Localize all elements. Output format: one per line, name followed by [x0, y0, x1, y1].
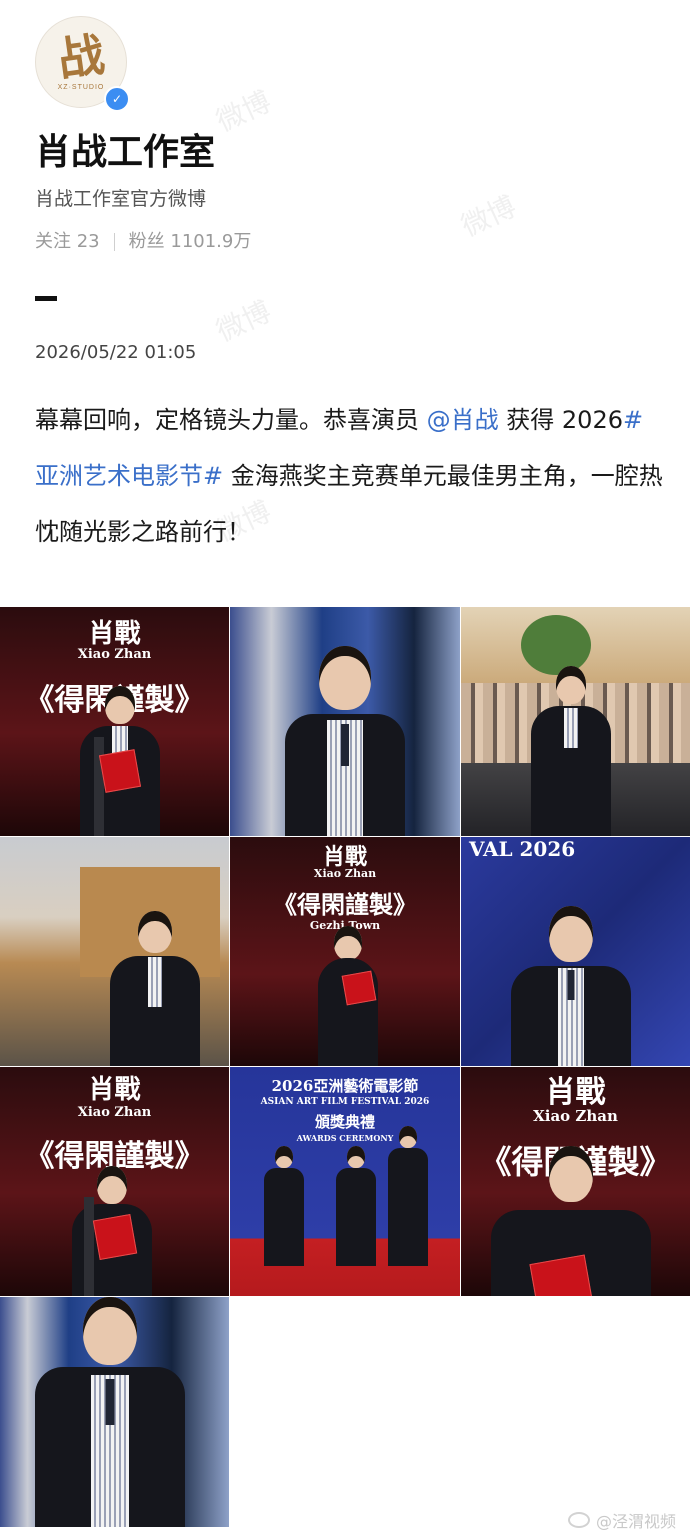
microphone — [84, 1197, 94, 1296]
source-watermark: @泾渭视频 — [567, 1508, 676, 1532]
post-text: 幕幕回响，定格镜头力量。恭喜演员 @肖战 获得 2026#亚洲艺术电影节# 金海… — [35, 392, 665, 560]
microphone — [94, 737, 104, 836]
followers-count: 1101.9万 — [170, 231, 252, 252]
stats-divider — [113, 233, 115, 251]
background-watermark: 微博 — [211, 84, 276, 139]
caption-name: 肖戰 — [88, 1075, 141, 1105]
caption-name-en: Xiao Zhan — [77, 1105, 152, 1120]
award-certificate — [98, 749, 142, 793]
photo-tile[interactable] — [461, 607, 690, 836]
watermark-text: @泾渭视频 — [595, 1512, 676, 1531]
avatar-logo: 战 — [54, 26, 108, 87]
mention-link[interactable]: @肖战 — [427, 406, 499, 434]
photo-tile[interactable]: 2026亞洲藝術電影節 ASIAN ART FILM FESTIVAL 2026… — [230, 1067, 460, 1296]
festival-banner: VAL 2026 — [469, 837, 576, 861]
followers-label: 粉丝 — [128, 231, 165, 252]
caption-name: 肖戰 — [88, 619, 141, 649]
following-stat[interactable]: 关注 23 — [35, 229, 100, 255]
photo-tile[interactable] — [0, 837, 229, 1066]
photo-tile[interactable]: 肖戰 Xiao Zhan 《得閑謹製》 — [461, 1067, 690, 1296]
account-bio: 肖战工作室官方微博 — [35, 188, 207, 210]
caption-name-en: Xiao Zhan — [533, 1107, 618, 1125]
person-figure — [110, 911, 200, 1066]
festival-title-en: ASIAN ART FILM FESTIVAL 2026 — [260, 1097, 430, 1107]
caption-title: 《得閑謹製》 — [273, 890, 417, 919]
photo-tile[interactable]: 肖戰 Xiao Zhan 《得閑謹製》 — [0, 607, 229, 836]
following-label: 关注 — [35, 231, 71, 252]
person-figure — [511, 906, 631, 1066]
award-certificate — [92, 1214, 138, 1260]
photo-tile[interactable]: VAL 2026 — [461, 837, 690, 1066]
post-text-part: 幕幕回响，定格镜头力量。恭喜演员 — [35, 406, 419, 434]
post-text-part: 获得 2026 — [506, 406, 623, 434]
photo-tile[interactable] — [230, 607, 460, 836]
photo-tile[interactable]: 肖戰 Xiao Zhan 《得閑謹製》 — [0, 1067, 229, 1296]
followers-stat[interactable]: 粉丝 1101.9万 — [129, 229, 252, 255]
person-figure — [285, 646, 405, 836]
image-grid: 肖戰 Xiao Zhan 《得閑謹製》 — [0, 607, 690, 1527]
background-watermark: 微博 — [211, 294, 276, 349]
person-figure — [531, 666, 611, 836]
verified-badge-icon: ✓ — [104, 86, 130, 112]
person-figure — [388, 1126, 428, 1266]
person-figure — [336, 1146, 376, 1266]
following-count: 23 — [76, 231, 100, 252]
post-timestamp: 2026/05/22 01:05 — [35, 342, 197, 363]
background-watermark: 微博 — [456, 189, 521, 244]
weibo-logo-icon — [567, 1512, 590, 1528]
photo-tile[interactable]: 肖戰 Xiao Zhan 《得閑謹製》 Gezhi Town — [230, 837, 460, 1066]
award-certificate — [341, 970, 377, 1006]
festival-title-cn: 2026亞洲藝術電影節 — [271, 1077, 419, 1095]
account-name[interactable]: 肖战工作室 — [35, 128, 215, 178]
person-figure — [264, 1146, 304, 1266]
account-stats: 关注 23 粉丝 1101.9万 — [35, 229, 251, 255]
photo-tile[interactable] — [0, 1297, 229, 1527]
caption-name-en: Xiao Zhan — [313, 867, 377, 880]
section-divider — [35, 296, 57, 301]
person-figure — [35, 1297, 185, 1527]
caption-name-en: Xiao Zhan — [77, 647, 152, 662]
caption-name: 肖戰 — [545, 1075, 606, 1110]
